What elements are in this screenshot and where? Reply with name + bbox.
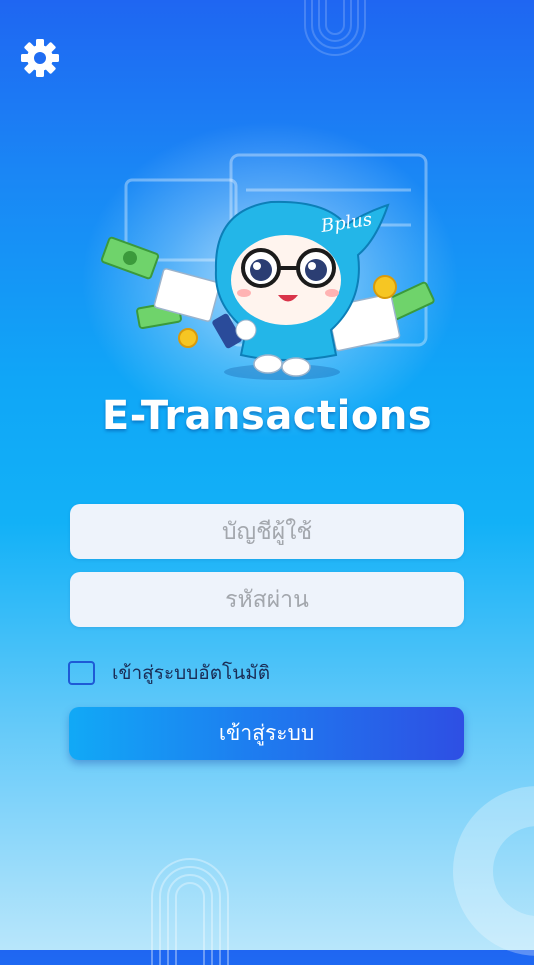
settings-button[interactable] [18, 36, 62, 80]
auto-login-option[interactable]: เข้าสู่ระบบอัตโนมัติ [68, 659, 270, 687]
decorative-arch-top [304, 0, 366, 56]
app-title: E-Transactions [101, 393, 433, 439]
login-button[interactable]: เข้าสู่ระบบ [69, 707, 464, 760]
username-input[interactable] [70, 504, 464, 559]
auto-login-checkbox[interactable] [68, 661, 95, 685]
decorative-arch-bottom [151, 858, 229, 965]
decorative-ring [453, 786, 534, 956]
auto-login-label: เข้าสู่ระบบอัตโนมัติ [112, 662, 271, 684]
password-input[interactable] [70, 572, 464, 627]
gear-icon [21, 39, 59, 77]
mascot-illustration: Bplus [100, 153, 435, 380]
